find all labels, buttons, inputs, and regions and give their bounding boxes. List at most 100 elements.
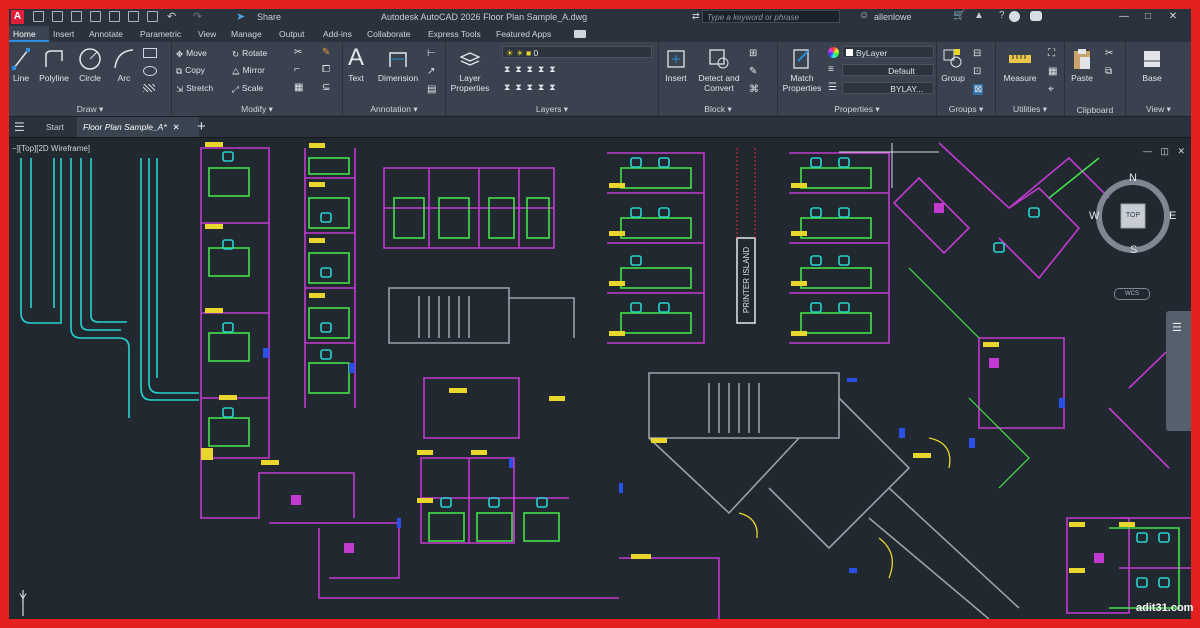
lineweight-dropdown[interactable]: BYLAY... [842, 82, 934, 94]
arc-button[interactable]: Arc [109, 47, 139, 83]
move-button[interactable]: ✥ Move [176, 47, 207, 59]
viewport-close-icon[interactable]: ✕ [1177, 146, 1185, 156]
new-file-icon[interactable] [33, 11, 44, 22]
close-tab-icon[interactable]: ✕ [173, 122, 180, 132]
circle-button[interactable]: Circle [75, 47, 105, 83]
share-icon[interactable]: ➤ [236, 10, 245, 23]
search-input[interactable]: Type a keyword or phrase [702, 10, 840, 23]
ellipse-icon[interactable] [143, 66, 157, 76]
hamburger-menu-icon[interactable]: ☰ [14, 120, 25, 134]
line-button[interactable]: Line [9, 47, 33, 83]
tab-express-tools[interactable]: Express Tools [424, 26, 485, 42]
fillet-icon[interactable]: ⌐ [294, 64, 300, 75]
drawing-tab[interactable]: Floor Plan Sample_A* ✕ [77, 117, 199, 137]
undo-icon[interactable]: ↶ [167, 10, 176, 23]
rotate-button[interactable]: ↻ Rotate [232, 47, 267, 59]
start-tab[interactable]: Start [46, 117, 64, 137]
linear-dimension-icon[interactable]: ⊢ [427, 48, 436, 59]
layer-dropdown[interactable]: ☀ ☀ ■ 0 [502, 46, 652, 58]
navigation-bar[interactable]: ☰ [1166, 311, 1191, 431]
text-button[interactable]: A Text [345, 45, 367, 84]
rectangle-icon[interactable] [143, 48, 157, 58]
viewport-restore-icon[interactable]: ◫ [1160, 146, 1169, 156]
drawing-canvas[interactable]: PRINTER ISLAND Y N S W E TOP WCS [9, 138, 1191, 619]
layer-tools-row-1-icons[interactable]: ⧗⧗⧗⧗⧗ [504, 64, 561, 75]
viewport-minimize-icon[interactable]: — [1143, 146, 1152, 156]
open-folder-icon[interactable] [52, 11, 63, 22]
group-selection-icon[interactable]: ⊠ [973, 84, 984, 95]
measure-button[interactable]: Measure [998, 47, 1042, 83]
group-button[interactable]: Group [939, 47, 967, 83]
stretch-button[interactable]: ⇲ Stretch [176, 82, 213, 94]
search-arrows-icon[interactable]: ⇄ [692, 11, 700, 22]
view-panel-label[interactable]: View ▾ [1126, 104, 1191, 115]
cloud-save-icon[interactable] [128, 11, 139, 22]
leader-icon[interactable]: ↗ [427, 66, 435, 77]
id-point-icon[interactable]: ⌖ [1048, 84, 1054, 95]
properties-panel-label[interactable]: Properties ▾ [778, 104, 936, 115]
tab-view[interactable]: View [194, 26, 220, 42]
viewcube-top-face[interactable]: TOP [1123, 212, 1143, 219]
ungroup-icon[interactable]: ⊟ [973, 48, 981, 59]
ribbon-minimize-icon[interactable] [574, 30, 586, 38]
color-dropdown[interactable]: ByLayer [842, 46, 934, 58]
chat-icon[interactable] [1030, 11, 1042, 21]
tab-insert[interactable]: Insert [49, 26, 78, 42]
maximize-icon[interactable]: □ [1140, 10, 1156, 24]
viewcube-south[interactable]: S [1130, 244, 1137, 256]
paste-button[interactable]: Paste [1067, 47, 1097, 83]
scale-button[interactable]: ⤢ Scale [232, 82, 263, 94]
assistant-icon[interactable] [1009, 11, 1020, 22]
tab-home[interactable]: Home [9, 26, 49, 42]
polyline-button[interactable]: Polyline [35, 47, 73, 83]
array-icon[interactable]: ▦ [294, 82, 303, 93]
wcs-menu[interactable]: WCS [1114, 288, 1150, 300]
modify-panel-label[interactable]: Modify ▾ [172, 104, 342, 115]
annotation-panel-label[interactable]: Annotation ▾ [343, 104, 445, 115]
copy-clip-icon[interactable]: ⧉ [1105, 66, 1112, 77]
cart-icon[interactable]: 🛒 [953, 10, 965, 21]
close-icon[interactable]: ✕ [1165, 10, 1181, 24]
insert-block-button[interactable]: Insert [661, 47, 691, 83]
match-properties-button[interactable]: Match Properties [780, 47, 824, 93]
dimension-button[interactable]: Dimension [375, 47, 421, 83]
cloud-open-icon[interactable] [109, 11, 120, 22]
viewcube-west[interactable]: W [1089, 210, 1099, 222]
trim-icon[interactable]: ✂ [294, 47, 302, 58]
layers-panel-label[interactable]: Layers ▾ [446, 104, 658, 115]
linetype-dropdown[interactable]: Default [842, 64, 934, 76]
edit-block-icon[interactable]: ✎ [749, 66, 757, 77]
help-icon[interactable]: ? [999, 10, 1005, 21]
block-panel-label[interactable]: Block ▾ [659, 104, 777, 115]
tab-annotate[interactable]: Annotate [85, 26, 127, 42]
erase-icon[interactable]: ✎ [322, 47, 330, 58]
calculator-icon[interactable]: ▦ [1048, 66, 1057, 77]
redo-icon[interactable]: ↷ [193, 10, 202, 23]
user-icon[interactable]: ☺ [859, 10, 869, 21]
base-view-button[interactable]: Base [1134, 47, 1170, 83]
clipboard-panel-label[interactable]: Clipboard [1065, 105, 1125, 115]
new-tab-icon[interactable]: + [197, 118, 206, 135]
copy-button[interactable]: ⧉ Copy [176, 64, 205, 76]
layer-tools-row-2-icons[interactable]: ⧗⧗⧗⧗⧗ [504, 82, 561, 93]
tab-output[interactable]: Output [275, 26, 309, 42]
tab-manage[interactable]: Manage [227, 26, 266, 42]
hatch-icon[interactable] [143, 84, 155, 92]
save-as-icon[interactable] [90, 11, 101, 22]
attribute-icon[interactable]: ⌘ [749, 84, 759, 95]
offset-icon[interactable]: ⊆ [322, 82, 330, 93]
minimize-icon[interactable]: — [1116, 10, 1132, 24]
viewcube-north[interactable]: N [1129, 172, 1137, 184]
detect-convert-button[interactable]: Detect and Convert [693, 47, 745, 93]
tab-parametric[interactable]: Parametric [136, 26, 185, 42]
explode-icon[interactable]: ⧠ [322, 64, 330, 75]
share-button[interactable]: Share [257, 12, 281, 22]
tab-add-ins[interactable]: Add-ins [319, 26, 356, 42]
group-edit-icon[interactable]: ⊡ [973, 66, 981, 77]
viewport-controls-label[interactable]: −][Top][2D Wireframe] [12, 144, 90, 153]
groups-panel-label[interactable]: Groups ▾ [937, 104, 995, 115]
create-block-icon[interactable]: ⊞ [749, 48, 757, 59]
quick-select-icon[interactable]: ⛶ [1048, 48, 1055, 59]
tab-collaborate[interactable]: Collaborate [363, 26, 414, 42]
user-name[interactable]: allenlowe [874, 12, 912, 22]
